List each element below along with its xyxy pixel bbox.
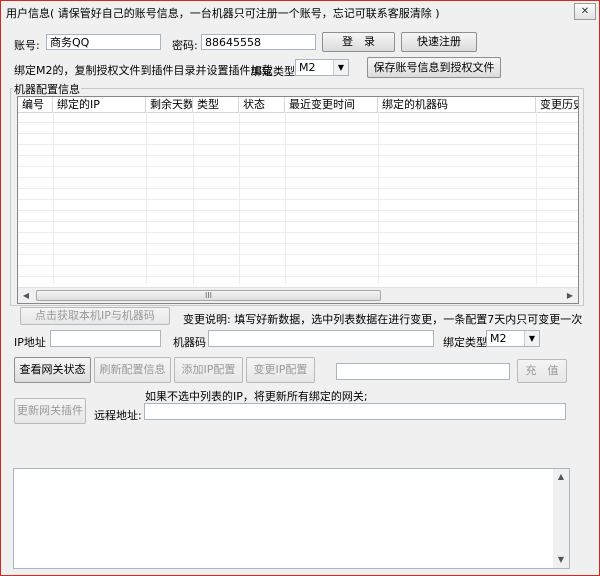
update-note: 如果不选中列表的IP，将更新所有绑定的网关; — [145, 390, 368, 403]
change-note: 变更说明: 填写好新数据，选中列表数据在进行变更，一条配置7天内只可变更一次 — [183, 313, 583, 326]
login-button[interactable]: 登 录 — [322, 32, 395, 52]
save-auth-file-button[interactable]: 保存账号信息到授权文件 — [367, 57, 501, 78]
column-header-id[interactable]: 编号 — [18, 97, 53, 112]
remote-address-input[interactable] — [144, 403, 566, 420]
recharge-button[interactable]: 充 值 — [517, 359, 567, 383]
table-body[interactable] — [18, 112, 578, 284]
window-title: 用户信息( 请保管好自己的账号信息，一台机器只可注册一个账号，忘记可联系客服清除… — [6, 7, 440, 20]
binding-type-value: M2 — [299, 61, 316, 74]
column-header-days[interactable]: 剩余天数 — [146, 97, 193, 112]
change-ip-button[interactable]: 变更IP配置 — [246, 357, 315, 383]
bind-type-label: 绑定类型 — [443, 336, 487, 349]
horizontal-scrollbar[interactable]: ◀ III ▶ — [18, 287, 578, 303]
column-header-machine-code[interactable]: 绑定的机器码 — [378, 97, 536, 112]
title-bar: 用户信息( 请保管好自己的账号信息，一台机器只可注册一个账号，忘记可联系客服清除… — [1, 1, 599, 21]
table-header: 编号 绑定的IP 剩余天数 类型 状态 最近变更时间 绑定的机器码 变更历史 — [18, 97, 578, 113]
log-textarea[interactable]: ▲ ▼ — [13, 468, 570, 569]
column-divider — [536, 112, 537, 284]
column-divider — [146, 112, 147, 284]
machine-config-table[interactable]: 编号 绑定的IP 剩余天数 类型 状态 最近变更时间 绑定的机器码 变更历史 ◀… — [17, 96, 579, 304]
column-divider — [285, 112, 286, 284]
remote-address-label: 远程地址: — [94, 409, 142, 422]
fetch-ip-machine-button[interactable]: 点击获取本机IP与机器码 — [20, 307, 170, 325]
grip-icon: III — [204, 291, 213, 300]
column-divider — [239, 112, 240, 284]
scroll-thumb[interactable]: III — [36, 290, 381, 301]
machine-config-title: 机器配置信息 — [13, 81, 81, 97]
register-button[interactable]: 快速注册 — [401, 32, 477, 52]
password-input[interactable]: 88645558 — [201, 34, 316, 50]
recharge-input[interactable] — [336, 363, 510, 380]
column-header-status[interactable]: 状态 — [239, 97, 285, 112]
scroll-up-icon[interactable]: ▲ — [553, 469, 569, 485]
machine-code-label: 机器码 — [173, 336, 206, 349]
query-gateway-button[interactable]: 查看网关状态 — [14, 357, 91, 383]
column-header-changed[interactable]: 最近变更时间 — [285, 97, 378, 112]
scroll-right-icon[interactable]: ▶ — [562, 288, 578, 303]
add-ip-button[interactable]: 添加IP配置 — [174, 357, 243, 383]
column-divider — [193, 112, 194, 284]
column-header-history[interactable]: 变更历史 — [536, 97, 578, 112]
password-label: 密码: — [172, 39, 198, 52]
chevron-down-icon: ▼ — [333, 60, 348, 75]
column-header-type[interactable]: 类型 — [193, 97, 239, 112]
vertical-scrollbar[interactable]: ▲ ▼ — [553, 469, 569, 568]
user-info-window: 用户信息( 请保管好自己的账号信息，一台机器只可注册一个账号，忘记可联系客服清除… — [0, 0, 600, 576]
account-input[interactable]: 商务QQ — [46, 34, 161, 50]
column-header-ip[interactable]: 绑定的IP — [53, 97, 146, 112]
machine-code-input[interactable] — [208, 330, 434, 347]
binding-type-label: 绑定类型 — [251, 65, 295, 78]
ip-label: IP地址 — [14, 336, 46, 349]
update-plugin-button[interactable]: 更新网关插件 — [14, 398, 86, 424]
close-button[interactable]: ✕ — [574, 3, 596, 20]
binding-hint: 绑定M2的，复制授权文件到插件目录并设置插件加载 — [14, 64, 273, 77]
close-icon: ✕ — [580, 6, 590, 17]
ip-input[interactable] — [50, 330, 161, 347]
scroll-left-icon[interactable]: ◀ — [18, 288, 34, 303]
binding-type-select[interactable]: M2 ▼ — [295, 59, 349, 76]
scroll-down-icon[interactable]: ▼ — [553, 552, 569, 568]
column-divider — [378, 112, 379, 284]
refresh-config-button[interactable]: 刷新配置信息 — [94, 357, 171, 383]
bind-type-value: M2 — [490, 332, 507, 345]
account-label: 账号: — [14, 39, 40, 52]
column-divider — [53, 112, 54, 284]
bind-type-select[interactable]: M2 ▼ — [486, 330, 540, 347]
chevron-down-icon: ▼ — [524, 331, 539, 346]
